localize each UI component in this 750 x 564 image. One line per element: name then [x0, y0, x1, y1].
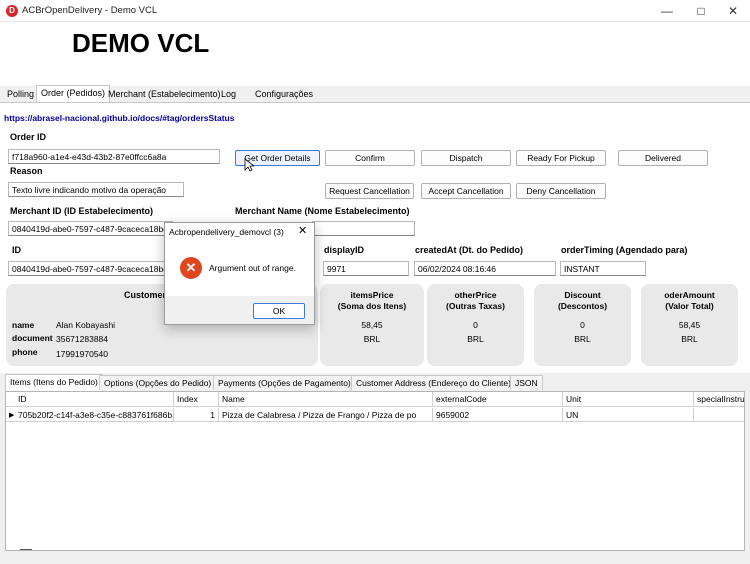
error-icon: ✕: [180, 257, 202, 279]
dialog-message: Argument out of range.: [209, 263, 296, 273]
order-id-input[interactable]: f718a960-a1e4-e43d-43b2-87e0ffcc6a8a: [8, 149, 220, 164]
reason-input[interactable]: Texto livre indicando motivo da operação: [8, 182, 184, 197]
tab-log[interactable]: Log: [216, 86, 241, 102]
merchant-name-input[interactable]: [312, 221, 415, 236]
display-id-label: displayID: [324, 245, 365, 255]
request-cancellation-button[interactable]: Request Cancellation: [325, 183, 414, 199]
customer-name-label: name: [12, 320, 35, 330]
merchant-id-label: Merchant ID (ID Estabelecimento): [10, 206, 154, 216]
grid-header-id[interactable]: ID: [6, 392, 174, 407]
minimize-icon[interactable]: —: [650, 0, 684, 22]
dialog-close-icon[interactable]: ✕: [298, 224, 307, 237]
id-input[interactable]: 0840419d-abe0-7597-c487-9caceca18bed: [8, 261, 173, 276]
order-amount-currency: BRL: [681, 334, 698, 344]
tab-configuracoes[interactable]: Configurações: [250, 86, 318, 102]
accept-cancellation-button[interactable]: Accept Cancellation: [421, 183, 511, 199]
maximize-icon[interactable]: □: [684, 0, 718, 22]
status-bar-grip: [20, 549, 32, 550]
tab-customer-address[interactable]: Customer Address (Endereço do Cliente): [351, 375, 516, 390]
error-dialog: Acbropendelivery_demovcl (3) ✕ ✕ Argumen…: [164, 222, 315, 325]
items-price-title: itemsPrice: [350, 290, 394, 300]
customer-name-value: Alan Kobayashi: [56, 320, 116, 330]
items-price-value: 58,45: [361, 320, 383, 330]
items-price-currency: BRL: [363, 334, 381, 344]
discount-title: Discount: [564, 290, 601, 300]
grid-cell-id[interactable]: 705b20f2-c14f-a3e8-c35e-c883761f686b: [6, 408, 174, 422]
grid-header-index[interactable]: Index: [174, 392, 219, 407]
deny-cancellation-button[interactable]: Deny Cancellation: [516, 183, 606, 199]
tab-order[interactable]: Order (Pedidos): [36, 85, 111, 103]
tab-merchant[interactable]: Merchant (Estabelecimento): [103, 86, 226, 102]
grid-header-unit[interactable]: Unit: [563, 392, 694, 407]
customer-phone-value: 17991970540: [56, 349, 109, 359]
order-id-label: Order ID: [10, 132, 47, 142]
grid-header-name[interactable]: Name: [219, 392, 433, 407]
ok-button[interactable]: OK: [253, 303, 305, 319]
grid-cell-name[interactable]: Pizza de Calabresa / Pizza de Frango / P…: [219, 408, 433, 422]
cursor-icon: [244, 158, 254, 172]
tab-json[interactable]: JSON: [510, 375, 543, 390]
app-logo-icon: D: [6, 5, 18, 17]
id-label: ID: [12, 245, 21, 255]
grid-header-external-code[interactable]: externalCode: [433, 392, 563, 407]
other-price-title: otherPrice: [454, 290, 497, 300]
merchant-id-input[interactable]: 0840419d-abe0-7597-c487-9caceca18bed: [8, 221, 173, 236]
other-price-subtitle: (Outras Taxas): [446, 301, 505, 311]
merchant-name-label: Merchant Name (Nome Estabelecimento): [235, 206, 410, 216]
page-title: DEMO VCL: [72, 28, 210, 58]
tab-items[interactable]: Items (Itens do Pedido): [5, 374, 103, 391]
customer-document-value: 35671283884: [56, 334, 109, 344]
tab-options[interactable]: Options (Opções do Pedido): [99, 375, 217, 390]
order-amount-value: 58,45: [678, 320, 701, 330]
grid-header-special-instructions[interactable]: specialInstru: [694, 392, 744, 407]
close-icon[interactable]: ✕: [716, 0, 750, 22]
confirm-button[interactable]: Confirm: [325, 150, 415, 166]
created-at-input[interactable]: 06/02/2024 08:16:46: [414, 261, 556, 276]
order-amount-subtitle: (Valor Total): [665, 301, 714, 311]
discount-subtitle: (Descontos): [557, 301, 608, 311]
customer-phone-label: phone: [12, 347, 38, 357]
tab-polling[interactable]: Polling: [2, 86, 39, 102]
display-id-input[interactable]: 9971: [323, 261, 409, 276]
items-price-subtitle: (Soma dos Itens): [337, 301, 407, 311]
reason-label: Reason: [10, 166, 43, 176]
discount-value: 0: [580, 320, 585, 330]
ready-for-pickup-button[interactable]: Ready For Pickup: [516, 150, 606, 166]
docs-link[interactable]: https://abrasel-nacional.github.io/docs/…: [4, 113, 234, 123]
dispatch-button[interactable]: Dispatch: [421, 150, 511, 166]
grid-cell-unit[interactable]: UN: [563, 408, 694, 422]
grid-cell-external-code[interactable]: 9659002: [433, 408, 563, 422]
order-timing-label: orderTiming (Agendado para): [561, 245, 688, 255]
other-price-value: 0: [473, 320, 478, 330]
grid-cell-index[interactable]: 1: [174, 408, 219, 422]
order-timing-input[interactable]: INSTANT: [560, 261, 646, 276]
customer-title: Customer: [124, 290, 167, 300]
discount-currency: BRL: [574, 334, 591, 344]
dialog-title: Acbropendelivery_demovcl (3): [169, 227, 284, 237]
other-price-currency: BRL: [467, 334, 484, 344]
grid-cell-special-instructions[interactable]: [694, 408, 744, 422]
created-at-label: createdAt (Dt. do Pedido): [415, 245, 524, 255]
delivered-button[interactable]: Delivered: [618, 150, 708, 166]
tab-payments[interactable]: Payments (Opções de Pagamento): [213, 375, 356, 390]
customer-document-label: document: [12, 333, 53, 343]
order-amount-title: oderAmount: [664, 290, 715, 300]
window-title: ACBrOpenDelivery - Demo VCL: [22, 5, 158, 16]
